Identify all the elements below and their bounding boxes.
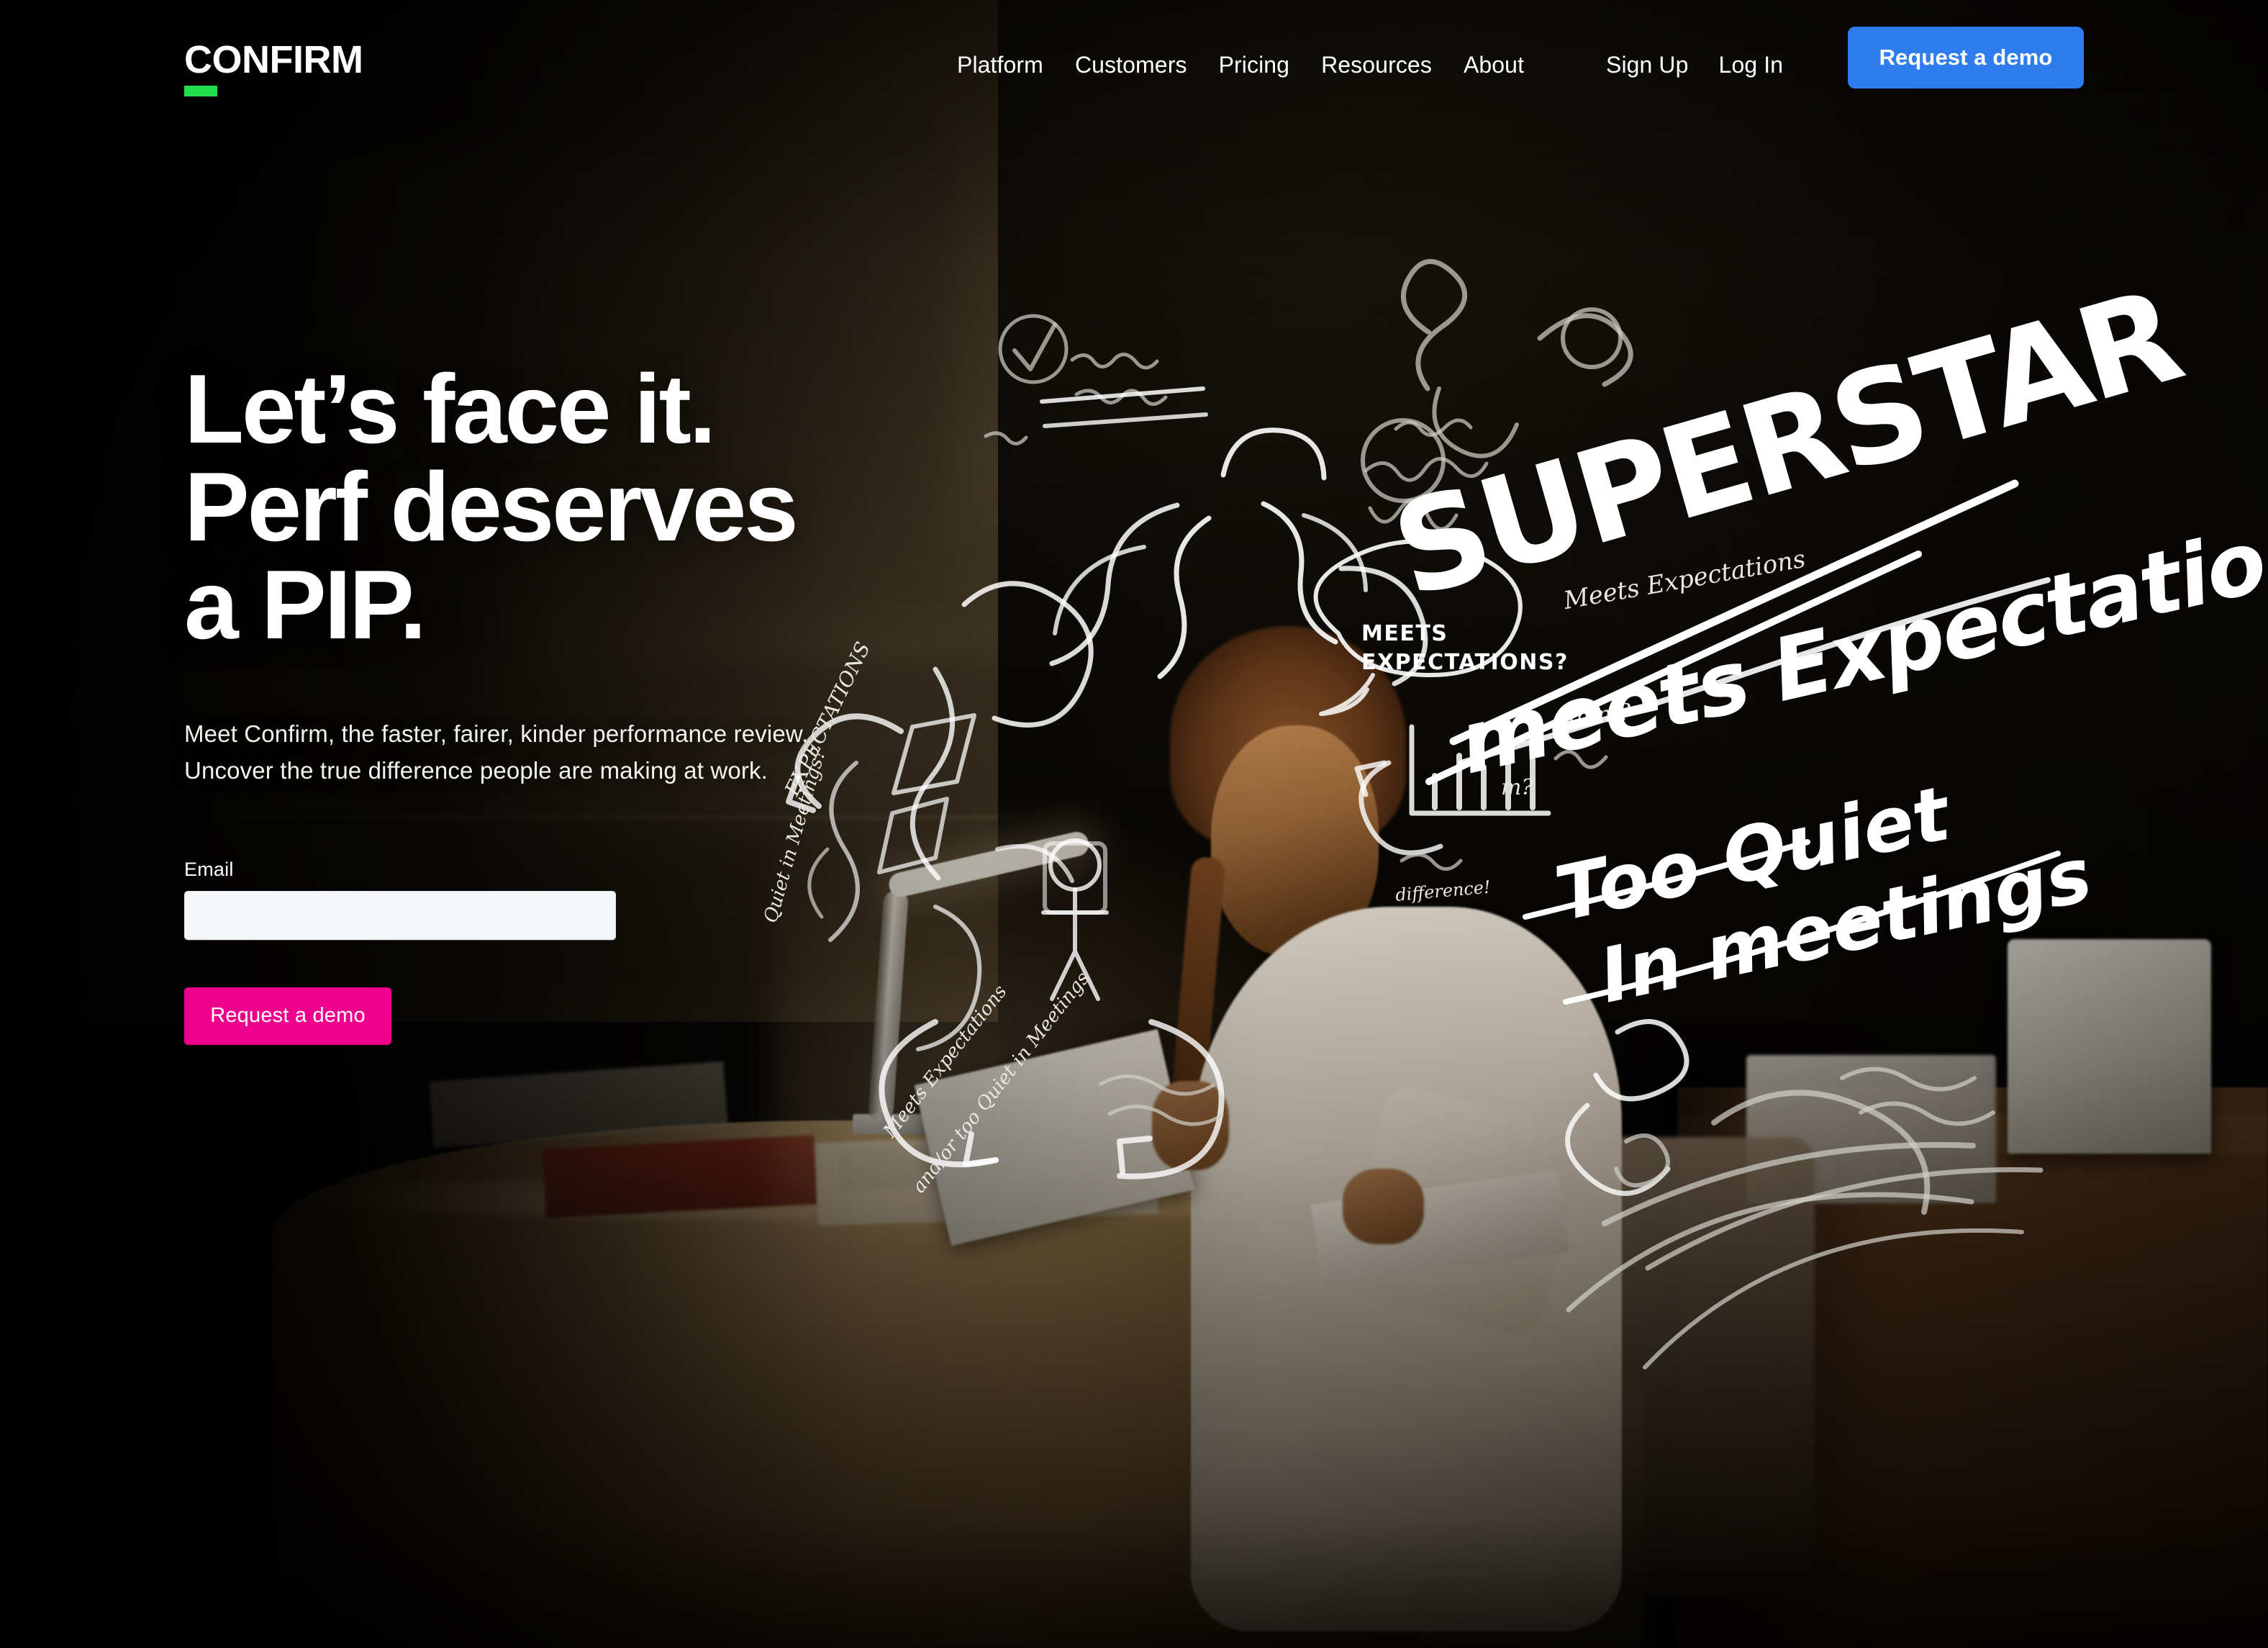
hero-subheadline: Meet Confirm, the faster, fairer, kinder… — [184, 715, 1120, 789]
email-input[interactable] — [184, 890, 616, 940]
nav-request-demo-button[interactable]: Request a demo — [1848, 27, 2084, 89]
primary-nav-links: Platform Customers Pricing Resources Abo… — [957, 0, 1524, 130]
hero-headline: Let’s face it. Perf deserves a PIP. — [184, 360, 1120, 653]
hero-request-demo-button[interactable]: Request a demo — [184, 987, 391, 1045]
svg-text:MEETS: MEETS — [1361, 621, 1448, 646]
top-navigation-bar: CONFIRM Platform Customers Pricing Resou… — [0, 0, 2268, 130]
auth-links: Sign Up Log In — [1606, 0, 1783, 130]
brand-logo-text: CONFIRM — [184, 38, 363, 81]
email-field-label: Email — [184, 858, 234, 880]
svg-text:EXPECTATIONS?: EXPECTATIONS? — [1361, 650, 1569, 675]
nav-item-customers[interactable]: Customers — [1075, 52, 1187, 78]
subheadline-line-2: Uncover the true difference people are m… — [184, 757, 768, 784]
log-in-link[interactable]: Log In — [1719, 52, 1784, 78]
sign-up-link[interactable]: Sign Up — [1606, 52, 1689, 78]
nav-item-pricing[interactable]: Pricing — [1219, 52, 1290, 78]
brand-logo-accent-bar — [184, 86, 217, 96]
nav-item-resources[interactable]: Resources — [1321, 52, 1432, 78]
svg-text:m?: m? — [1501, 775, 1533, 800]
headline-line-3: a PIP. — [184, 550, 427, 659]
hero-section: Let’s face it. Perf deserves a PIP. Meet… — [184, 360, 1120, 1045]
nav-item-about[interactable]: About — [1464, 52, 1524, 78]
demo-request-form: Email Request a demo — [184, 859, 1120, 1045]
page-root: MEETS EXPECTATIONS? hmm? difference! SUP… — [0, 0, 2268, 1648]
svg-text:difference!: difference! — [1394, 877, 1492, 905]
nav-item-platform[interactable]: Platform — [957, 52, 1043, 78]
headline-line-1: Let’s face it. — [184, 354, 716, 463]
headline-line-2: Perf deserves — [184, 452, 799, 561]
subheadline-line-1: Meet Confirm, the faster, fairer, kinder… — [184, 720, 809, 747]
brand-logo[interactable]: CONFIRM — [184, 40, 363, 96]
